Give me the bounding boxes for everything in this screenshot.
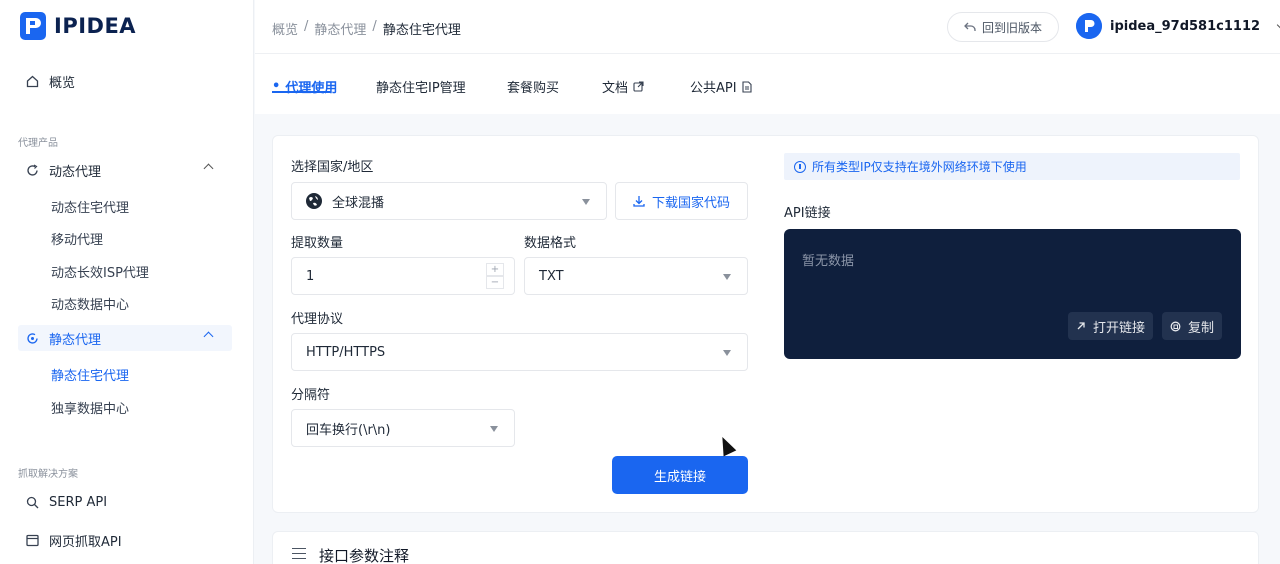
separator-value: 回车换行(\r\n) bbox=[306, 422, 391, 438]
top-header: 概览 / 静态代理 / 静态住宅代理 回到旧版本 ipidea_97d581c1… bbox=[255, 0, 1280, 54]
quantity-label: 提取数量 bbox=[291, 236, 344, 251]
api-empty-text: 暂无数据 bbox=[802, 254, 855, 269]
globe-icon bbox=[306, 193, 322, 209]
avatar bbox=[1076, 13, 1102, 39]
brand-logo[interactable]: IPIDEA bbox=[20, 12, 136, 40]
document-icon bbox=[742, 80, 752, 93]
sidebar-item-label: 静态代理 bbox=[49, 332, 102, 348]
api-params-title: 接口参数注释 bbox=[319, 547, 410, 564]
chevron-up-icon bbox=[203, 163, 214, 174]
api-link-output: 暂无数据 打开链接 复制 bbox=[784, 229, 1241, 359]
tab-label: 代理使用 bbox=[285, 81, 338, 96]
format-label: 数据格式 bbox=[524, 236, 577, 251]
quantity-value: 1 bbox=[306, 268, 315, 284]
sidebar-item-label: 动态代理 bbox=[49, 164, 102, 180]
sidebar-item-overview[interactable]: 概览 bbox=[18, 68, 232, 94]
increment-button[interactable]: + bbox=[486, 263, 504, 276]
sidebar-item-static-proxy[interactable]: 静态代理 bbox=[18, 325, 232, 351]
sidebar-item-label: 网页抓取API bbox=[49, 534, 122, 550]
download-button-label: 下载国家代码 bbox=[651, 195, 730, 211]
network-notice: 所有类型IP仅支持在境外网络环境下使用 bbox=[784, 153, 1240, 180]
arrow-up-right-icon bbox=[1077, 322, 1085, 330]
format-select[interactable]: TXT bbox=[524, 257, 748, 295]
static-proxy-icon bbox=[27, 332, 38, 344]
tab-ip-management[interactable]: 静态住宅IP管理 bbox=[376, 77, 466, 96]
webpage-icon bbox=[26, 534, 39, 546]
breadcrumb: 概览 / 静态代理 / 静态住宅代理 bbox=[272, 19, 461, 38]
country-select[interactable]: 全球混播 bbox=[291, 182, 607, 220]
sidebar: IPIDEA 概览 代理产品 动态代理 动态住宅代理 移动代理 动态长效ISP代… bbox=[0, 0, 254, 564]
tab-bar: • 代理使用 静态住宅IP管理 套餐购买 文档 公共API bbox=[255, 54, 1280, 114]
caret-down-icon bbox=[723, 350, 731, 356]
sidebar-subitem-static-residential[interactable]: 静态住宅代理 bbox=[51, 365, 129, 384]
open-link-button[interactable]: 打开链接 bbox=[1068, 312, 1153, 340]
open-link-label: 打开链接 bbox=[1092, 320, 1145, 336]
tab-proxy-usage[interactable]: • 代理使用 bbox=[272, 77, 337, 96]
caret-down-icon bbox=[490, 426, 498, 432]
sidebar-item-dynamic-proxy[interactable]: 动态代理 bbox=[18, 157, 232, 183]
nav-group-products: 代理产品 bbox=[18, 138, 58, 149]
format-value: TXT bbox=[539, 268, 564, 284]
sidebar-item-serp-api[interactable]: SERP API bbox=[18, 489, 232, 515]
nav-group-scraping: 抓取解决方案 bbox=[18, 469, 78, 480]
breadcrumb-separator: / bbox=[304, 19, 309, 34]
tab-label: 文档 bbox=[602, 81, 629, 96]
copy-label: 复制 bbox=[1187, 320, 1214, 336]
chevron-up-icon bbox=[203, 331, 214, 342]
home-icon bbox=[26, 75, 39, 87]
brand-logo-icon bbox=[20, 12, 46, 40]
sidebar-subitem-mobile[interactable]: 移动代理 bbox=[51, 229, 103, 248]
download-country-code-button[interactable]: 下载国家代码 bbox=[615, 182, 748, 220]
sidebar-subitem-isp[interactable]: 动态长效ISP代理 bbox=[51, 262, 149, 281]
copy-button[interactable]: 复制 bbox=[1162, 312, 1222, 340]
back-button-label: 回到旧版本 bbox=[981, 20, 1042, 35]
tab-active-indicator bbox=[272, 91, 331, 93]
info-icon bbox=[794, 160, 806, 173]
tab-label: 静态住宅IP管理 bbox=[376, 81, 466, 96]
sidebar-subitem-dynamic-residential[interactable]: 动态住宅代理 bbox=[51, 197, 129, 216]
tab-purchase[interactable]: 套餐购买 bbox=[507, 77, 559, 96]
breadcrumb-static-proxy[interactable]: 静态代理 bbox=[314, 19, 366, 38]
breadcrumb-current: 静态住宅代理 bbox=[382, 23, 461, 38]
search-icon bbox=[26, 496, 39, 508]
download-icon bbox=[633, 196, 645, 207]
separator-label: 分隔符 bbox=[291, 388, 331, 403]
decrement-button[interactable]: − bbox=[486, 276, 504, 289]
api-link-label: API链接 bbox=[784, 206, 831, 221]
tab-public-api[interactable]: 公共API bbox=[690, 77, 752, 96]
breadcrumb-separator: / bbox=[372, 19, 377, 34]
brand-name: IPIDEA bbox=[54, 14, 137, 38]
sidebar-item-label: 概览 bbox=[49, 75, 76, 91]
api-params-card[interactable]: 接口参数注释 bbox=[272, 531, 1259, 564]
country-label: 选择国家/地区 bbox=[291, 160, 374, 175]
rotate-icon bbox=[27, 163, 38, 176]
sidebar-item-label: SERP API bbox=[49, 494, 108, 510]
protocol-select[interactable]: HTTP/HTTPS bbox=[291, 333, 748, 371]
username: ipidea_97d581c1112 bbox=[1110, 18, 1261, 34]
sidebar-subitem-dedicated-datacenter[interactable]: 独享数据中心 bbox=[51, 398, 129, 417]
quantity-input[interactable]: 1 + − bbox=[291, 257, 515, 295]
country-value: 全球混播 bbox=[332, 195, 385, 211]
caret-down-icon bbox=[582, 199, 590, 205]
separator-select[interactable]: 回车换行(\r\n) bbox=[291, 409, 515, 447]
sliders-icon bbox=[292, 546, 306, 560]
tab-label: 套餐购买 bbox=[507, 81, 560, 96]
sidebar-subitem-datacenter[interactable]: 动态数据中心 bbox=[51, 294, 129, 313]
protocol-label: 代理协议 bbox=[291, 312, 344, 327]
breadcrumb-overview[interactable]: 概览 bbox=[272, 19, 298, 38]
generate-link-button[interactable]: 生成链接 bbox=[612, 456, 748, 494]
tab-label: 公共API bbox=[690, 81, 737, 96]
undo-icon bbox=[964, 22, 976, 31]
caret-down-icon bbox=[723, 274, 731, 280]
proxy-config-card: 选择国家/地区 全球混播 下载国家代码 提取数量 1 + − 数据格式 TXT … bbox=[272, 135, 1259, 513]
notice-text: 所有类型IP仅支持在境外网络环境下使用 bbox=[812, 160, 1027, 174]
protocol-value: HTTP/HTTPS bbox=[306, 344, 386, 360]
external-link-icon bbox=[633, 81, 644, 92]
sidebar-item-web-scraper[interactable]: 网页抓取API bbox=[18, 527, 232, 553]
back-to-old-version-button[interactable]: 回到旧版本 bbox=[947, 12, 1059, 42]
quantity-stepper: + − bbox=[486, 263, 504, 289]
tab-docs[interactable]: 文档 bbox=[602, 77, 644, 96]
copy-icon bbox=[1170, 321, 1181, 331]
user-menu[interactable]: ipidea_97d581c1112 bbox=[1076, 13, 1280, 39]
